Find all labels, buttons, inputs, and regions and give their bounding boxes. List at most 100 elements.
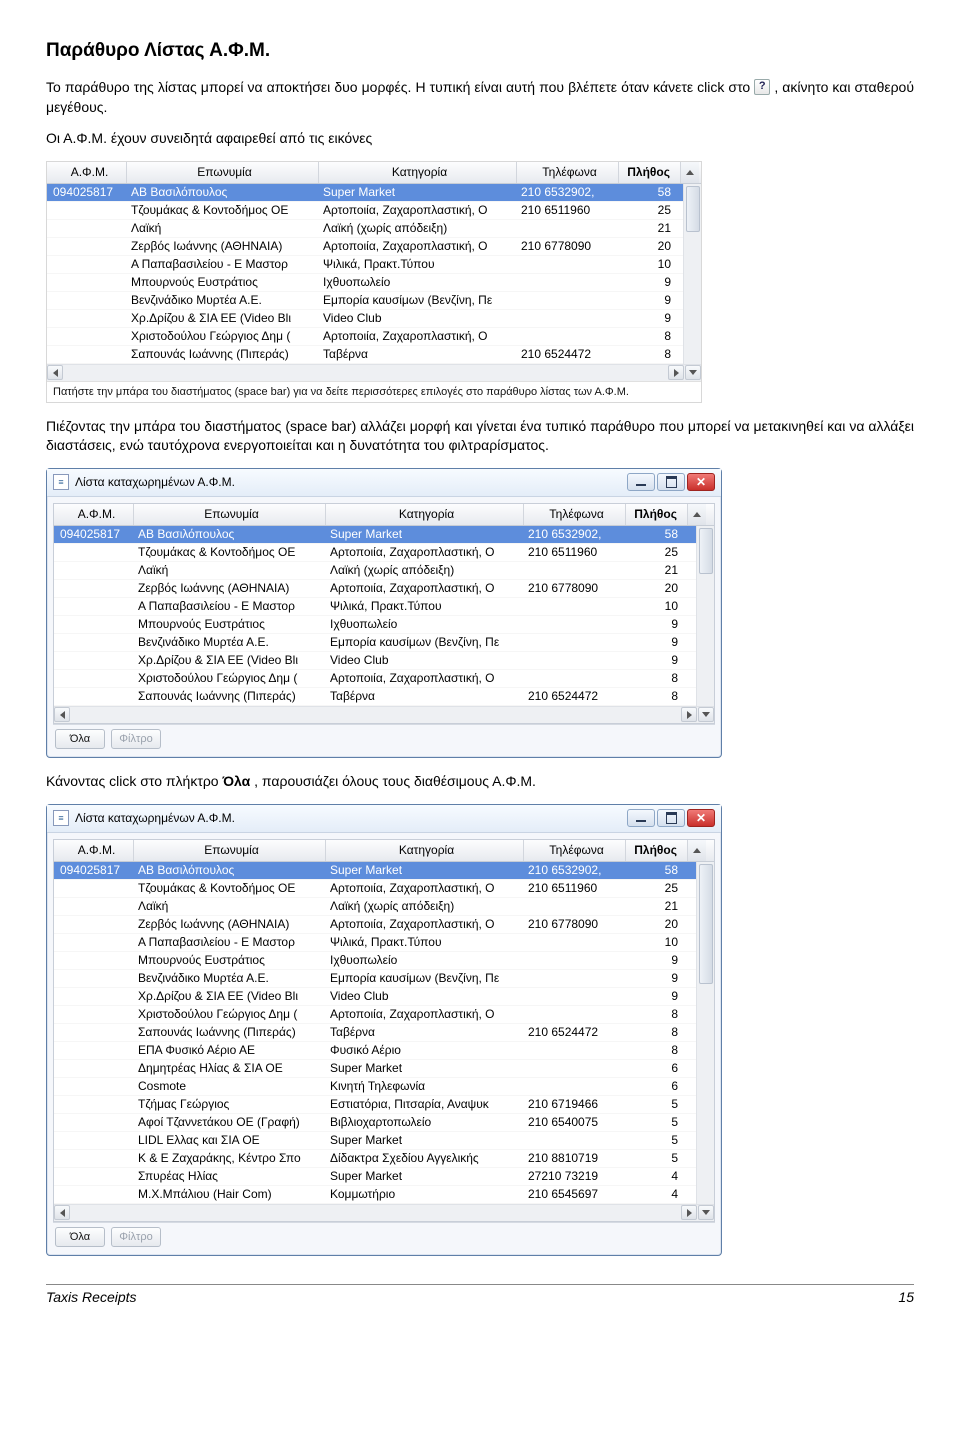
table-row[interactable]: Βενζινάδικο Μυρτέα Α.Ε.Εμπορία καυσίμων … <box>54 970 696 988</box>
table-row[interactable]: 094025817ΑΒ ΒασιλόπουλοςSuper Market210 … <box>47 184 683 202</box>
window-maximize-button[interactable] <box>657 809 685 827</box>
table-row[interactable]: ΕΠΑ Φυσικό Αέριο ΑΕΦυσικό Αέριο8 <box>54 1042 696 1060</box>
filter-button[interactable]: Φίλτρο <box>111 1227 161 1247</box>
table-row[interactable]: Τζουμάκας & Κοντοδήμος ΟΕΑρτοποιία, Ζαχα… <box>54 880 696 898</box>
table-row[interactable]: Βενζινάδικο Μυρτέα Α.Ε.Εμπορία καυσίμων … <box>54 634 696 652</box>
scroll-up-button[interactable] <box>688 504 706 525</box>
table-row[interactable]: CosmoteΚινητή Τηλεφωνία6 <box>54 1078 696 1096</box>
scroll-up-button[interactable] <box>681 162 699 183</box>
cell-name: Σαπουνάς Ιωάννης (Πιπεράς) <box>134 689 326 703</box>
table-row[interactable]: 094025817ΑΒ ΒασιλόπουλοςSuper Market210 … <box>54 862 696 880</box>
col-cat[interactable]: Κατηγορία <box>326 840 524 861</box>
scroll-down-button[interactable] <box>685 365 701 380</box>
table-row[interactable]: Βενζινάδικο Μυρτέα Α.Ε.Εμπορία καυσίμων … <box>47 292 683 310</box>
table-row[interactable]: Χρ.Δρίζου & ΣΙΑ ΕΕ (Video BlιVideo Club9 <box>47 310 683 328</box>
window-minimize-button[interactable] <box>627 809 655 827</box>
vertical-scrollbar[interactable] <box>696 526 714 706</box>
table-row[interactable]: Σαπουνάς Ιωάννης (Πιπεράς)Ταβέρνα210 652… <box>54 688 696 706</box>
scroll-right-button[interactable] <box>681 707 697 722</box>
scroll-right-button[interactable] <box>668 365 684 380</box>
col-name[interactable]: Επωνυμία <box>127 162 319 183</box>
col-cat[interactable]: Κατηγορία <box>326 504 524 525</box>
col-afm[interactable]: Α.Φ.Μ. <box>54 504 134 525</box>
col-cnt[interactable]: Πλήθος <box>619 162 681 183</box>
cell-cat: Video Club <box>319 311 517 325</box>
table-row[interactable]: Χριστοδούλου Γεώργιος Δημ (Αρτοποιία, Ζα… <box>47 328 683 346</box>
col-name[interactable]: Επωνυμία <box>134 504 326 525</box>
scroll-up-button[interactable] <box>688 840 706 861</box>
table-row[interactable]: Μπουρνούς ΕυστράτιοςΙχθυοπωλείο9 <box>54 616 696 634</box>
horizontal-scrollbar[interactable] <box>54 1204 714 1221</box>
table-row[interactable]: Χριστοδούλου Γεώργιος Δημ (Αρτοποιία, Ζα… <box>54 1006 696 1024</box>
window-minimize-button[interactable] <box>627 473 655 491</box>
scroll-down-button[interactable] <box>698 1205 714 1220</box>
scroll-left-button[interactable] <box>54 1205 70 1220</box>
cell-name: Ζερβός Ιωάννης (ΑΘΗΝΑΙΑ) <box>134 581 326 595</box>
horizontal-scrollbar[interactable] <box>47 364 701 381</box>
all-button[interactable]: Όλα <box>55 729 105 749</box>
window-close-button[interactable]: ✕ <box>687 473 715 491</box>
cell-cat: Video Club <box>326 989 524 1003</box>
scroll-left-button[interactable] <box>47 365 63 380</box>
horizontal-scrollbar[interactable] <box>54 706 714 723</box>
table-row[interactable]: ΛαϊκήΛαϊκή (χωρίς απόδειξη)21 <box>47 220 683 238</box>
table-row[interactable]: Τζουμάκας & Κοντοδήμος ΟΕΑρτοποιία, Ζαχα… <box>54 544 696 562</box>
window-close-button[interactable]: ✕ <box>687 809 715 827</box>
table-row[interactable]: Μπουρνούς ΕυστράτιοςΙχθυοπωλείο9 <box>47 274 683 292</box>
cell-name: Δημητρέας Ηλίας & ΣΙΑ ΟΕ <box>134 1061 326 1075</box>
table-row[interactable]: Χρ.Δρίζου & ΣΙΑ ΕΕ (Video BlιVideo Club9 <box>54 652 696 670</box>
col-tel[interactable]: Τηλέφωνα <box>524 504 626 525</box>
col-afm[interactable]: Α.Φ.Μ. <box>47 162 127 183</box>
col-name[interactable]: Επωνυμία <box>134 840 326 861</box>
table-row[interactable]: Σαπουνάς Ιωάννης (Πιπεράς)Ταβέρνα210 652… <box>47 346 683 364</box>
col-cnt[interactable]: Πλήθος <box>626 840 688 861</box>
col-cnt[interactable]: Πλήθος <box>626 504 688 525</box>
col-tel[interactable]: Τηλέφωνα <box>517 162 619 183</box>
table-row[interactable]: Α Παπαβασιλείου - Ε ΜαστορΨιλικά, Πρακτ.… <box>54 934 696 952</box>
table-row[interactable]: ΛαϊκήΛαϊκή (χωρίς απόδειξη)21 <box>54 562 696 580</box>
all-button[interactable]: Όλα <box>55 1227 105 1247</box>
cell-name: Βενζινάδικο Μυρτέα Α.Ε. <box>127 293 319 307</box>
table-row[interactable]: Ζερβός Ιωάννης (ΑΘΗΝΑΙΑ)Αρτοποιία, Ζαχαρ… <box>54 580 696 598</box>
table-row[interactable]: Μ.Χ.Μπάλιου (Hair Com)Κομμωτήριο210 6545… <box>54 1186 696 1204</box>
table-row[interactable]: Δημητρέας Ηλίας & ΣΙΑ ΟΕSuper Market6 <box>54 1060 696 1078</box>
scrollbar-thumb[interactable] <box>686 186 700 232</box>
window-maximize-button[interactable] <box>657 473 685 491</box>
table-row[interactable]: Α Παπαβασιλείου - Ε ΜαστορΨιλικά, Πρακτ.… <box>54 598 696 616</box>
table-row[interactable]: Χρ.Δρίζου & ΣΙΑ ΕΕ (Video BlιVideo Club9 <box>54 988 696 1006</box>
scroll-down-button[interactable] <box>698 707 714 722</box>
table-row[interactable]: 094025817ΑΒ ΒασιλόπουλοςSuper Market210 … <box>54 526 696 544</box>
table-row[interactable]: Μπουρνούς ΕυστράτιοςΙχθυοπωλείο9 <box>54 952 696 970</box>
cell-name: Σαπουνάς Ιωάννης (Πιπεράς) <box>127 347 319 361</box>
cell-tel: 210 6524472 <box>524 689 626 703</box>
scrollbar-thumb[interactable] <box>699 528 713 574</box>
col-afm[interactable]: Α.Φ.Μ. <box>54 840 134 861</box>
table-row[interactable]: Τζουμάκας & Κοντοδήμος ΟΕΑρτοποιία, Ζαχα… <box>47 202 683 220</box>
col-tel[interactable]: Τηλέφωνα <box>524 840 626 861</box>
cell-name: Λαϊκή <box>127 221 319 235</box>
table-row[interactable]: Ζερβός Ιωάννης (ΑΘΗΝΑΙΑ)Αρτοποιία, Ζαχαρ… <box>54 916 696 934</box>
table-row[interactable]: Σαπουνάς Ιωάννης (Πιπεράς)Ταβέρνα210 652… <box>54 1024 696 1042</box>
table-row[interactable]: ΛαϊκήΛαϊκή (χωρίς απόδειξη)21 <box>54 898 696 916</box>
scroll-right-button[interactable] <box>681 1205 697 1220</box>
table-row[interactable]: Σπυρέας ΗλίαςSuper Market27210 732194 <box>54 1168 696 1186</box>
filter-button[interactable]: Φίλτρο <box>111 729 161 749</box>
vertical-scrollbar[interactable] <box>696 862 714 1204</box>
cell-cnt: 9 <box>619 293 681 307</box>
table-row[interactable]: Κ & Ε Ζαχαράκης, Κέντρο ΣποΔίδακτρα Σχεδ… <box>54 1150 696 1168</box>
cell-cat: Βιβλιοχαρτοπωλείο <box>326 1115 524 1129</box>
table-row[interactable]: LIDL Ελλας και ΣΙΑ ΟΕSuper Market5 <box>54 1132 696 1150</box>
scrollbar-thumb[interactable] <box>699 864 713 984</box>
table-row[interactable]: Ζερβός Ιωάννης (ΑΘΗΝΑΙΑ)Αρτοποιία, Ζαχαρ… <box>47 238 683 256</box>
para-all-c: , παρουσιάζει όλους τους διαθέσιμους Α.Φ… <box>254 773 536 789</box>
cell-name: Βενζινάδικο Μυρτέα Α.Ε. <box>134 635 326 649</box>
vertical-scrollbar[interactable] <box>683 184 701 364</box>
table-row[interactable]: Τζήμας ΓεώργιοςΕστιατόρια, Πιτσαρία, Ανα… <box>54 1096 696 1114</box>
scroll-left-button[interactable] <box>54 707 70 722</box>
table-row[interactable]: Χριστοδούλου Γεώργιος Δημ (Αρτοποιία, Ζα… <box>54 670 696 688</box>
col-cat[interactable]: Κατηγορία <box>319 162 517 183</box>
cell-cnt: 8 <box>619 329 681 343</box>
cell-cat: Super Market <box>319 185 517 199</box>
table-row[interactable]: Α Παπαβασιλείου - Ε ΜαστορΨιλικά, Πρακτ.… <box>47 256 683 274</box>
table-row[interactable]: Αφοί Τζαννετάκου ΟΕ (Γραφή)Βιβλιοχαρτοπω… <box>54 1114 696 1132</box>
